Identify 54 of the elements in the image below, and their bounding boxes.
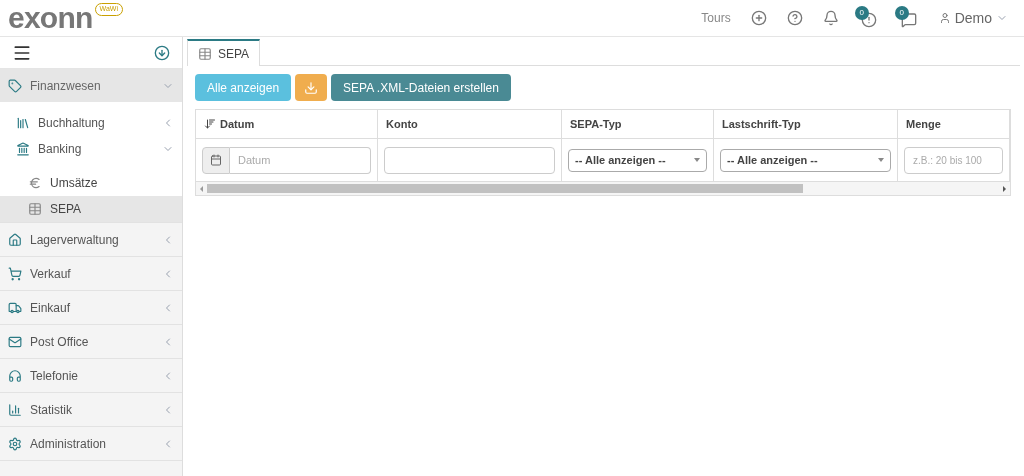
column-header[interactable]: SEPA-Typ bbox=[562, 110, 714, 139]
column-header[interactable]: Datum bbox=[196, 110, 378, 139]
sidebar-item[interactable]: Banking bbox=[0, 136, 182, 162]
sidebar-item[interactable]: Post Office bbox=[0, 325, 182, 358]
tours-link[interactable]: Tours bbox=[701, 9, 731, 27]
sidebar-item[interactable]: SEPA bbox=[0, 196, 182, 222]
calendar-addon[interactable] bbox=[202, 146, 230, 174]
cart-icon bbox=[8, 266, 22, 281]
tab[interactable]: SEPA bbox=[187, 39, 261, 66]
user-menu[interactable]: Demo bbox=[954, 7, 992, 29]
tag-icon bbox=[8, 78, 22, 93]
sidebar-item[interactable]: Verkauf bbox=[0, 257, 182, 290]
filter-dropdown[interactable]: -- Alle anzeigen -- bbox=[720, 148, 891, 172]
date-field[interactable]: Datum bbox=[230, 146, 371, 174]
bank-icon bbox=[16, 142, 30, 156]
filter-field[interactable] bbox=[384, 146, 555, 174]
collapse-icon[interactable] bbox=[154, 44, 170, 61]
sidebar-item[interactable]: Lagerverwaltung bbox=[0, 223, 182, 256]
sort-icon bbox=[204, 118, 216, 130]
sidebar-item[interactable]: Einkauf bbox=[0, 291, 182, 324]
sidebar-item[interactable]: Finanzwesen bbox=[0, 69, 182, 102]
gears-icon bbox=[8, 436, 22, 451]
user-icon bbox=[938, 12, 951, 24]
headset-icon bbox=[8, 368, 22, 383]
column-header[interactable]: Konto bbox=[378, 110, 562, 139]
alert-icon[interactable] bbox=[860, 12, 877, 28]
help-icon[interactable] bbox=[786, 10, 803, 26]
column-header[interactable]: Menge bbox=[898, 110, 1010, 139]
message-icon[interactable] bbox=[900, 12, 917, 28]
logo: exonn bbox=[8, 3, 93, 33]
add-icon[interactable] bbox=[750, 10, 767, 26]
download-icon bbox=[304, 80, 319, 95]
sidebar-item[interactable]: Umsätze bbox=[0, 170, 182, 196]
count-badge: 0 bbox=[894, 6, 909, 20]
sidebar-item[interactable]: Administration bbox=[0, 427, 182, 460]
count-badge: 0 bbox=[854, 6, 869, 20]
filter-dropdown[interactable]: -- Alle anzeigen -- bbox=[568, 148, 707, 172]
truck-icon bbox=[8, 300, 22, 315]
sidebar-item[interactable]: Buchhaltung bbox=[0, 110, 182, 136]
house-icon bbox=[8, 232, 22, 247]
calendar-icon bbox=[210, 154, 222, 166]
bell-icon[interactable] bbox=[822, 10, 839, 26]
filter-field[interactable]: z.B.: 20 bis 100 bbox=[904, 146, 1003, 174]
table-icon bbox=[198, 46, 212, 61]
chart-icon bbox=[8, 402, 22, 417]
create-xml-button[interactable]: SEPA .XML-Dateien erstellen bbox=[331, 74, 511, 101]
sidebar-item[interactable]: Telefonie bbox=[0, 359, 182, 392]
books-icon bbox=[16, 116, 30, 130]
table-icon bbox=[28, 202, 42, 216]
column-header[interactable]: Lastschrift-Typ bbox=[714, 110, 898, 139]
euro-icon bbox=[28, 176, 42, 190]
sidebar-item[interactable]: Statistik bbox=[0, 393, 182, 426]
mail-icon bbox=[8, 334, 22, 349]
horizontal-scrollbar[interactable] bbox=[196, 181, 1010, 195]
